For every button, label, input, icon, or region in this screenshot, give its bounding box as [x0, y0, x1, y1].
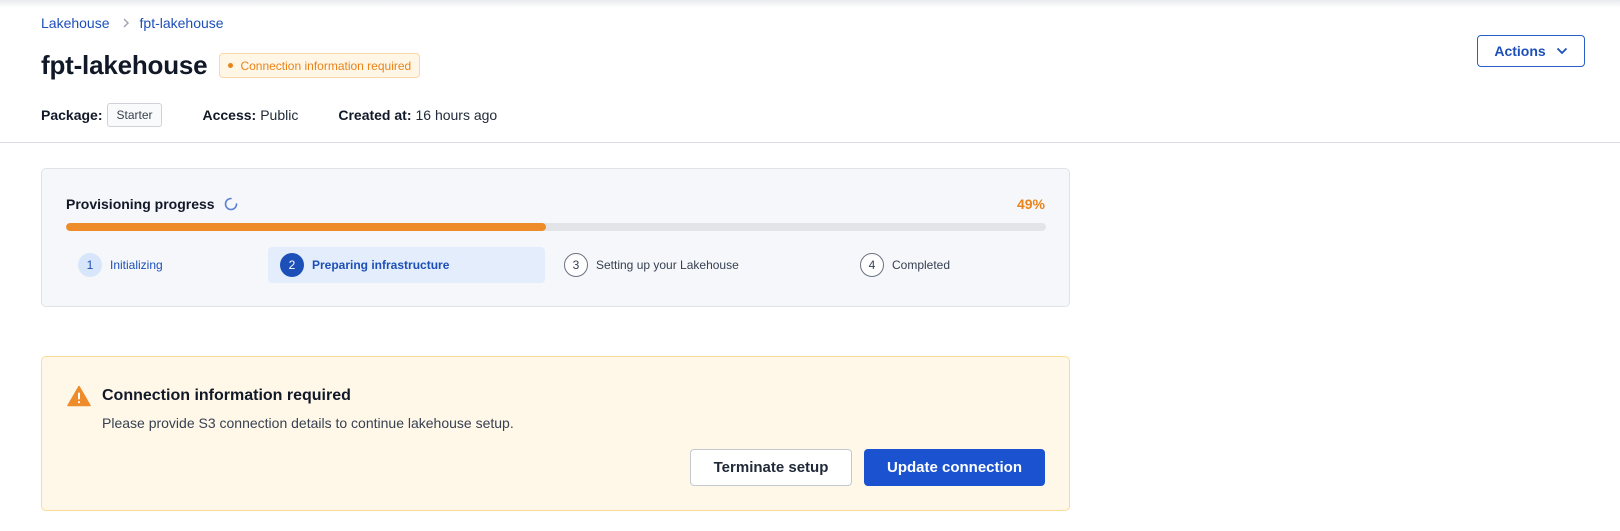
status-dot-icon — [228, 63, 234, 68]
progress-bar-fill — [66, 223, 547, 231]
breadcrumb-current-link[interactable]: fpt-lakehouse — [140, 15, 224, 31]
actions-button[interactable]: Actions — [1477, 35, 1585, 67]
progress-bar — [66, 223, 1046, 231]
status-badge-label: Connection information required — [240, 58, 412, 73]
provisioning-progress-card: Provisioning progress 49% 1 Initializing… — [41, 168, 1070, 307]
created-label: Created at: — [338, 107, 412, 123]
access-meta: Access: Public — [203, 107, 299, 123]
step-label: Completed — [892, 258, 951, 272]
package-label: Package: — [41, 107, 103, 123]
step-number: 2 — [280, 253, 304, 277]
progress-percent: 49% — [1016, 196, 1045, 212]
step-initializing[interactable]: 1 Initializing — [78, 247, 163, 283]
access-value: Public — [260, 107, 299, 123]
step-label: Setting up your Lakehouse — [596, 258, 739, 272]
step-setting-up-lakehouse[interactable]: 3 Setting up your Lakehouse — [564, 247, 739, 283]
update-connection-button[interactable]: Update connection — [864, 449, 1045, 486]
created-meta: Created at: 16 hours ago — [338, 107, 497, 123]
title-row: fpt-lakehouse Connection information req… — [41, 50, 421, 81]
step-number: 1 — [78, 253, 102, 277]
warning-icon — [67, 385, 91, 412]
alert-title: Connection information required — [102, 387, 351, 404]
spinner-icon — [224, 197, 238, 211]
created-value: 16 hours ago — [415, 107, 498, 123]
step-label: Preparing infrastructure — [312, 258, 450, 272]
step-completed[interactable]: 4 Completed — [860, 247, 950, 283]
alert-message: Please provide S3 connection details to … — [102, 415, 514, 431]
chevron-down-icon — [1556, 47, 1567, 55]
chevron-right-icon — [122, 18, 130, 28]
progress-title-label: Provisioning progress — [66, 196, 215, 212]
terminate-setup-button[interactable]: Terminate setup — [690, 449, 852, 486]
page-header: Lakehouse fpt-lakehouse fpt-lakehouse Co… — [0, 0, 1620, 143]
step-preparing-infrastructure[interactable]: 2 Preparing infrastructure — [268, 247, 545, 283]
meta-row: Package: Starter Access: Public Created … — [41, 103, 497, 127]
access-label: Access: — [202, 107, 257, 123]
actions-button-label: Actions — [1494, 43, 1546, 59]
package-meta: Package: Starter — [41, 103, 162, 127]
progress-title: Provisioning progress — [66, 196, 238, 212]
package-badge: Starter — [107, 103, 162, 127]
progress-steps: 1 Initializing 2 Preparing infrastructur… — [66, 247, 1046, 283]
page-title: fpt-lakehouse — [41, 50, 208, 80]
step-number: 4 — [860, 253, 884, 277]
step-label: Initializing — [110, 258, 163, 272]
status-badge: Connection information required — [219, 53, 421, 78]
step-number: 3 — [564, 253, 588, 277]
connection-alert: Connection information required Please p… — [41, 356, 1070, 511]
breadcrumb: Lakehouse fpt-lakehouse — [41, 15, 224, 31]
breadcrumb-lakehouse-link[interactable]: Lakehouse — [41, 15, 110, 31]
